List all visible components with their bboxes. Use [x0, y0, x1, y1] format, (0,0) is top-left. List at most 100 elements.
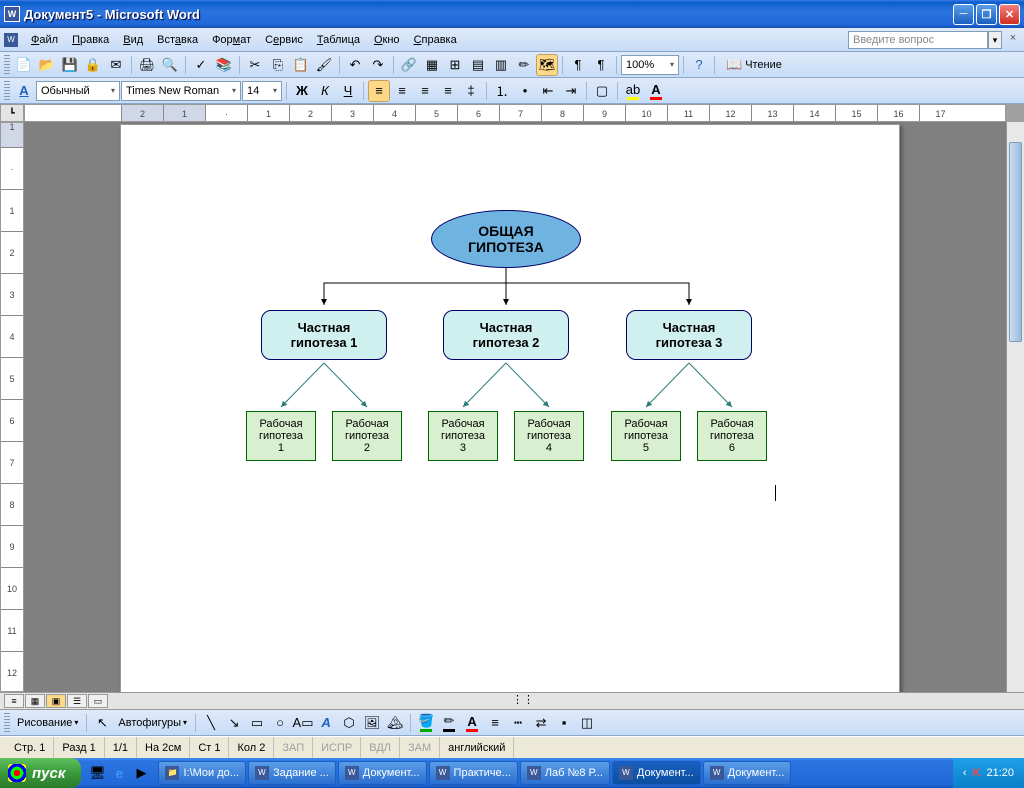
doc-control-icon[interactable]: W — [4, 33, 18, 47]
task-button[interactable]: WЛаб №8 Р... — [520, 761, 610, 785]
style-combo[interactable]: Обычный▾ — [36, 81, 120, 101]
ruler-corner[interactable]: ┗ — [0, 104, 24, 122]
fill-color-button[interactable]: 🪣 — [415, 712, 437, 734]
diagram-button[interactable]: ⬡ — [338, 712, 360, 734]
arrow-tool-button[interactable]: ↘ — [223, 712, 245, 734]
status-trk[interactable]: ИСПР — [313, 737, 361, 758]
status-rec[interactable]: ЗАП — [274, 737, 313, 758]
maximize-button[interactable]: ❐ — [976, 4, 997, 25]
tray-arrow-icon[interactable]: ‹ — [963, 767, 967, 779]
diagram-leaf-1[interactable]: Рабочая гипотеза 1 — [246, 411, 316, 461]
diagram-mid-2[interactable]: Частная гипотеза 2 — [443, 310, 569, 360]
borders-button[interactable]: ▢ — [591, 80, 613, 102]
arrow-style-button[interactable]: ⇄ — [530, 712, 552, 734]
vertical-scrollbar[interactable] — [1006, 122, 1024, 692]
toolbar-handle[interactable] — [4, 713, 10, 733]
oval-tool-button[interactable]: ○ — [269, 712, 291, 734]
align-center-button[interactable]: ≡ — [391, 80, 413, 102]
underline-button[interactable]: Ч — [337, 80, 359, 102]
kaspersky-icon[interactable]: K — [973, 767, 981, 779]
web-view-button[interactable]: ▦ — [25, 694, 45, 708]
splitter-handle[interactable]: ⋮⋮ — [512, 693, 515, 709]
menu-5[interactable]: Сервис — [258, 32, 310, 48]
help-button[interactable]: ? — [688, 54, 710, 76]
align-justify-button[interactable]: ≡ — [437, 80, 459, 102]
minimize-button[interactable]: ─ — [953, 4, 974, 25]
show-desktop-button[interactable]: 🖥 — [87, 762, 107, 784]
save-button[interactable]: 💾 — [59, 54, 81, 76]
align-left-button[interactable]: ≡ — [368, 80, 390, 102]
reading-view-button[interactable]: ▭ — [88, 694, 108, 708]
close-button[interactable]: ✕ — [999, 4, 1020, 25]
menu-0[interactable]: Файл — [24, 32, 65, 48]
textbox-tool-button[interactable]: A▭ — [292, 712, 314, 734]
line-tool-button[interactable]: ╲ — [200, 712, 222, 734]
help-dropdown-button[interactable]: ▾ — [988, 31, 1002, 49]
task-button[interactable]: WДокумент... — [612, 761, 701, 785]
rectangle-tool-button[interactable]: ▭ — [246, 712, 268, 734]
bold-button[interactable]: Ж — [291, 80, 313, 102]
diagram-root-ellipse[interactable]: ОБЩАЯ ГИПОТЕЗА — [431, 210, 581, 268]
diagram-leaf-4[interactable]: Рабочая гипотеза 4 — [514, 411, 584, 461]
task-button[interactable]: 📁I:\Мои до... — [158, 761, 245, 785]
font-color-button[interactable]: A — [645, 80, 667, 102]
increase-indent-button[interactable]: ⇥ — [560, 80, 582, 102]
mail-button[interactable]: ✉ — [105, 54, 127, 76]
spellcheck-button[interactable]: ✓ — [190, 54, 212, 76]
hyperlink-button[interactable]: 🔗 — [398, 54, 420, 76]
styles-pane-button[interactable]: A — [13, 80, 35, 102]
redo-button[interactable]: ↷ — [367, 54, 389, 76]
toolbar-handle[interactable] — [4, 81, 10, 101]
italic-button[interactable]: К — [314, 80, 336, 102]
line-style-button[interactable]: ≡ — [484, 712, 506, 734]
numbered-list-button[interactable]: ⒈ — [491, 80, 513, 102]
task-button[interactable]: WПрактиче... — [429, 761, 518, 785]
3d-button[interactable]: ◫ — [576, 712, 598, 734]
autoshapes-menu-button[interactable]: Автофигуры▾ — [114, 717, 191, 729]
document-page[interactable]: ОБЩАЯ ГИПОТЕЗА Частная гипотеза 1 Частна… — [120, 124, 900, 692]
vertical-ruler[interactable]: 21·12345678910111213 — [0, 122, 24, 692]
line-color-button[interactable]: ✏ — [438, 712, 460, 734]
diagram-leaf-3[interactable]: Рабочая гипотеза 3 — [428, 411, 498, 461]
doc-close-button[interactable]: × — [1006, 31, 1020, 45]
cut-button[interactable]: ✂ — [244, 54, 266, 76]
copy-button[interactable]: ⎘ — [267, 54, 289, 76]
help-search-input[interactable] — [848, 31, 988, 49]
status-language[interactable]: английский — [440, 737, 514, 758]
menu-4[interactable]: Формат — [205, 32, 258, 48]
menu-8[interactable]: Справка — [407, 32, 464, 48]
columns-button[interactable]: ▥ — [490, 54, 512, 76]
print-view-button[interactable]: ▣ — [46, 694, 66, 708]
diagram-leaf-2[interactable]: Рабочая гипотеза 2 — [332, 411, 402, 461]
diagram-leaf-6[interactable]: Рабочая гипотеза 6 — [697, 411, 767, 461]
permissions-button[interactable]: 🔒 — [82, 54, 104, 76]
page-area[interactable]: ОБЩАЯ ГИПОТЕЗА Частная гипотеза 1 Частна… — [24, 122, 1006, 692]
status-ext[interactable]: ВДЛ — [361, 737, 400, 758]
horizontal-ruler[interactable]: 21·1234567891011121314151617 — [24, 104, 1006, 122]
paste-button[interactable]: 📋 — [290, 54, 312, 76]
diagram-leaf-5[interactable]: Рабочая гипотеза 5 — [611, 411, 681, 461]
normal-view-button[interactable]: ≡ — [4, 694, 24, 708]
reading-layout-button[interactable]: 📖 Чтение — [719, 54, 789, 76]
undo-button[interactable]: ↶ — [344, 54, 366, 76]
bulleted-list-button[interactable]: • — [514, 80, 536, 102]
decrease-indent-button[interactable]: ⇤ — [537, 80, 559, 102]
insert-table-button[interactable]: ⊞ — [444, 54, 466, 76]
shadow-button[interactable]: ▪ — [553, 712, 575, 734]
system-tray[interactable]: ‹ K 21:20 — [953, 758, 1024, 788]
format-painter-button[interactable]: 🖌 — [313, 54, 335, 76]
task-button[interactable]: WДокумент... — [338, 761, 427, 785]
menu-7[interactable]: Окно — [367, 32, 407, 48]
status-ovr[interactable]: ЗАМ — [400, 737, 440, 758]
align-right-button[interactable]: ≡ — [414, 80, 436, 102]
doc-map-button[interactable]: 🗺 — [536, 54, 558, 76]
dash-style-button[interactable]: ┅ — [507, 712, 529, 734]
drawing-toolbar-button[interactable]: ✏ — [513, 54, 535, 76]
font-size-combo[interactable]: 14▾ — [242, 81, 282, 101]
start-button[interactable]: пуск — [0, 758, 81, 788]
ie-button[interactable]: e — [109, 762, 129, 784]
draw-menu-button[interactable]: Рисование▾ — [13, 717, 82, 729]
excel-button[interactable]: ▤ — [467, 54, 489, 76]
toolbar-handle[interactable] — [4, 55, 10, 75]
picture-button[interactable]: 🏔 — [384, 712, 406, 734]
